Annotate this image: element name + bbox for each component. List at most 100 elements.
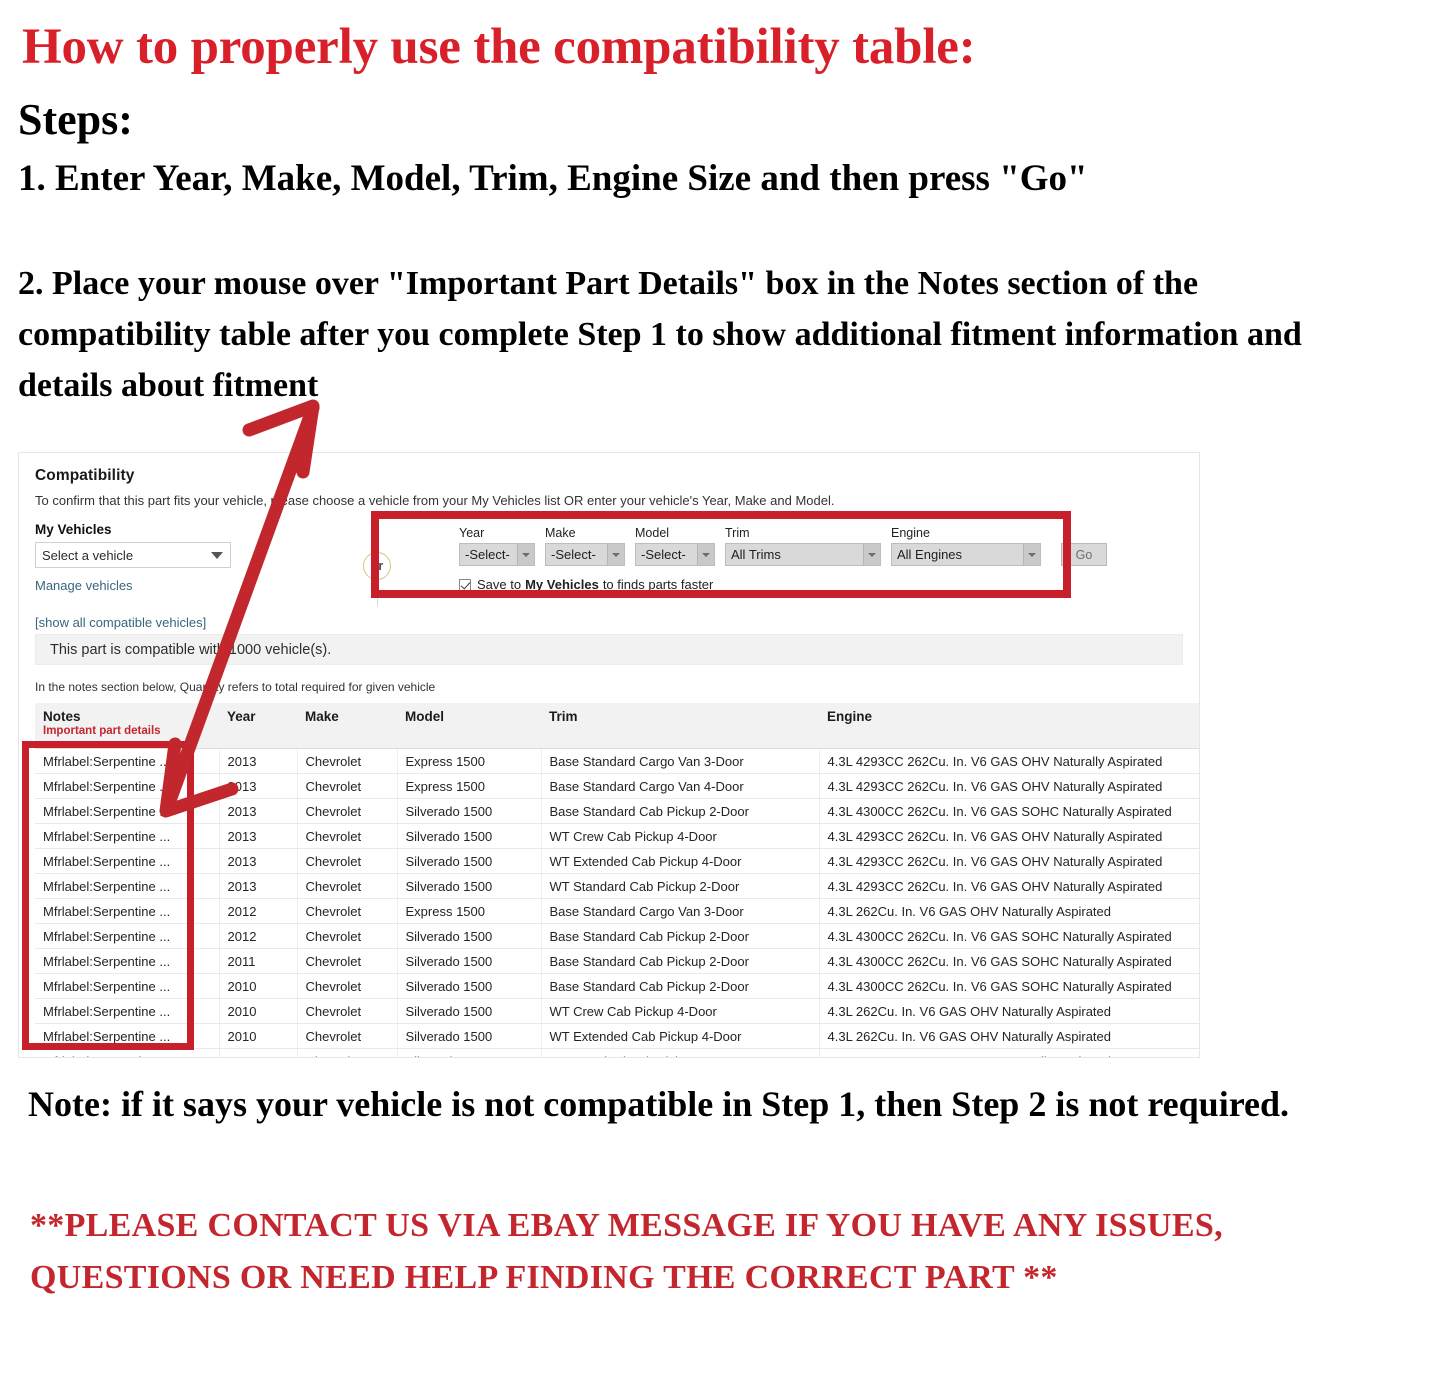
model-field-group: Model -Select- xyxy=(635,526,715,566)
engine-label: Engine xyxy=(891,526,930,540)
table-body: Mfrlabel:Serpentine ... 2013 Chevrolet Expr… xyxy=(35,748,1199,1057)
cell-year: 2012 xyxy=(219,923,298,949)
save-bold-text: My Vehicles xyxy=(525,577,599,592)
compatible-count-banner: This part is compatible with 1000 vehicl… xyxy=(35,634,1183,665)
cell-trim: Base Standard Cargo Van 3-Door xyxy=(541,748,820,774)
table-row: Mfrlabel:Serpentine ... 2013 Chevrolet Silv… xyxy=(35,873,1199,899)
cell-trim: Base Standard Cab Pickup 2-Door xyxy=(541,973,820,999)
column-header-notes: Notes Important part details xyxy=(35,703,219,749)
important-part-details-label: Important part details xyxy=(43,725,161,737)
cell-notes[interactable]: Mfrlabel:Serpentine ... xyxy=(35,848,220,874)
chevron-down-icon xyxy=(863,544,880,565)
vehicle-picker-row: My Vehicles Select a vehicle Manage vehi… xyxy=(35,522,1183,630)
model-value: -Select- xyxy=(641,547,686,562)
save-to-my-vehicles-row[interactable]: Save to My Vehicles to finds parts faste… xyxy=(459,577,1183,592)
cell-year: 2010 xyxy=(219,973,298,999)
cell-notes[interactable]: Mfrlabel:Serpentine ... xyxy=(35,1048,220,1057)
cell-year: 2011 xyxy=(219,948,298,974)
cell-year: 2013 xyxy=(219,798,298,824)
table-row: Mfrlabel:Serpentine ...2010ChevroletSilv… xyxy=(35,998,1199,1024)
table-row: Mfrlabel:Serpentine ... 2013 Chevrolet Expr… xyxy=(35,748,1199,774)
cell-notes[interactable]: Mfrlabel:Serpentine ... xyxy=(35,798,220,824)
cell-model: Silverado 1500 xyxy=(397,923,542,949)
cell-make: Chevrolet xyxy=(297,948,398,974)
cell-engine: 4.3L 262Cu. In. V6 GAS OHV Naturally Asp… xyxy=(819,1048,1199,1057)
cell-notes[interactable]: Mfrlabel:Serpentine ... xyxy=(35,1023,220,1049)
cell-engine: 4.3L 4300CC 262Cu. In. V6 GAS SOHC Natur… xyxy=(819,948,1199,974)
cell-trim: Base Standard Cargo Van 3-Door xyxy=(541,898,820,924)
cell-model: Silverado 1500 xyxy=(397,798,542,824)
chevron-down-icon xyxy=(697,544,714,565)
trim-select[interactable]: All Trims xyxy=(725,543,881,566)
cell-notes[interactable]: Mfrlabel:Serpentine ... xyxy=(35,923,220,949)
column-header-year: Year xyxy=(219,703,297,749)
cell-notes[interactable]: Mfrlabel:Serpentine ... xyxy=(35,823,220,849)
trim-value: All Trims xyxy=(731,547,781,562)
cell-make: Chevrolet xyxy=(297,898,398,924)
cell-model: Silverado 1500 xyxy=(397,1023,542,1049)
cell-engine: 4.3L 262Cu. In. V6 GAS OHV Naturally Asp… xyxy=(819,1023,1199,1049)
model-select[interactable]: -Select- xyxy=(635,543,715,566)
cell-make: Chevrolet xyxy=(297,748,398,774)
chevron-down-icon xyxy=(1023,544,1040,565)
cell-trim: Base Standard Cab Pickup 2-Door xyxy=(541,798,820,824)
cell-engine: 4.3L 4300CC 262Cu. In. V6 GAS SOHC Natur… xyxy=(819,923,1199,949)
cell-year: 2013 xyxy=(219,748,298,774)
compatibility-panel: Compatibility To confirm that this part … xyxy=(18,452,1200,1058)
my-vehicles-column: My Vehicles Select a vehicle Manage vehi… xyxy=(35,522,285,630)
cell-model: Express 1500 xyxy=(397,748,542,774)
cell-year: 2013 xyxy=(219,848,298,874)
table-row: Mfrlabel:Serpentine ... 2013 Chevrolet Silv… xyxy=(35,823,1199,849)
engine-value: All Engines xyxy=(897,547,963,562)
cell-notes[interactable]: Mfrlabel:Serpentine ... xyxy=(35,898,220,924)
save-to-my-vehicles-checkbox[interactable] xyxy=(459,578,471,591)
cell-model: Silverado 1500 xyxy=(397,948,542,974)
cell-notes[interactable]: Mfrlabel:Serpentine ... xyxy=(35,748,220,774)
save-suffix-text: to finds parts faster xyxy=(602,577,714,592)
select-a-vehicle-dropdown[interactable]: Select a vehicle xyxy=(35,542,231,568)
cell-make: Chevrolet xyxy=(297,1023,398,1049)
cell-year: 2012 xyxy=(219,898,298,924)
or-divider: or xyxy=(321,522,433,614)
screenshot-root: How to properly use the compatibility ta… xyxy=(0,0,1445,1393)
cell-make: Chevrolet xyxy=(297,923,398,949)
cell-trim: Base Standard Cargo Van 4-Door xyxy=(541,773,820,799)
go-button[interactable]: Go xyxy=(1061,543,1107,566)
cell-make: Chevrolet xyxy=(297,998,398,1024)
cell-model: Silverado 1500 xyxy=(397,973,542,999)
cell-notes[interactable]: Mfrlabel:Serpentine ... xyxy=(35,773,220,799)
cell-engine: 4.3L 262Cu. In. V6 GAS OHV Naturally Asp… xyxy=(819,998,1199,1024)
cell-trim: WT Standard Cab Pickup 2-Door xyxy=(541,873,820,899)
cell-make: Chevrolet xyxy=(297,873,398,899)
cell-make: Chevrolet xyxy=(297,848,398,874)
cell-make: Chevrolet xyxy=(297,973,398,999)
make-select[interactable]: -Select- xyxy=(545,543,625,566)
table-row: Mfrlabel:Serpentine ... 2011 Chevrolet Silv… xyxy=(35,948,1199,974)
my-vehicles-label: My Vehicles xyxy=(35,522,112,537)
compatibility-description: To confirm that this part fits your vehi… xyxy=(35,493,835,508)
engine-field-group: Engine All Engines xyxy=(891,526,1041,566)
cell-notes[interactable]: Mfrlabel:Serpentine ... xyxy=(35,948,220,974)
trim-field-group: Trim All Trims xyxy=(725,526,881,566)
manage-vehicles-link[interactable]: Manage vehicles xyxy=(35,578,285,593)
cell-trim: Base Standard Cab Pickup 2-Door xyxy=(541,948,820,974)
cell-notes[interactable]: Mfrlabel:Serpentine ... xyxy=(35,998,220,1024)
cell-notes[interactable]: Mfrlabel:Serpentine ... xyxy=(35,973,220,999)
cell-model: Silverado 1500 xyxy=(397,873,542,899)
cell-notes[interactable]: Mfrlabel:Serpentine ... xyxy=(35,873,220,899)
cell-make: Chevrolet xyxy=(297,823,398,849)
year-label: Year xyxy=(459,526,485,540)
show-all-compatible-vehicles-link[interactable]: [show all compatible vehicles] xyxy=(35,615,285,630)
cell-model: Silverado 1500 xyxy=(397,823,542,849)
engine-select[interactable]: All Engines xyxy=(891,543,1041,566)
table-row: Mfrlabel:Serpentine ...2010ChevroletSilv… xyxy=(35,973,1199,999)
cell-engine: 4.3L 4293CC 262Cu. In. V6 GAS OHV Natura… xyxy=(819,823,1199,849)
table-row: Mfrlabel:Serpentine ...2010ChevroletSilv… xyxy=(35,1023,1199,1049)
cell-trim: WT Extended Cab Pickup 4-Door xyxy=(541,1023,820,1049)
year-select[interactable]: -Select- xyxy=(459,543,535,566)
cell-year: 2013 xyxy=(219,823,298,849)
table-row: Mfrlabel:Serpentine ... 2012 Chevrolet Expr… xyxy=(35,898,1199,924)
cell-engine: 4.3L 4293CC 262Cu. In. V6 GAS OHV Natura… xyxy=(819,873,1199,899)
cell-model: Silverado 1500 xyxy=(397,998,542,1024)
column-header-model: Model xyxy=(397,703,541,749)
